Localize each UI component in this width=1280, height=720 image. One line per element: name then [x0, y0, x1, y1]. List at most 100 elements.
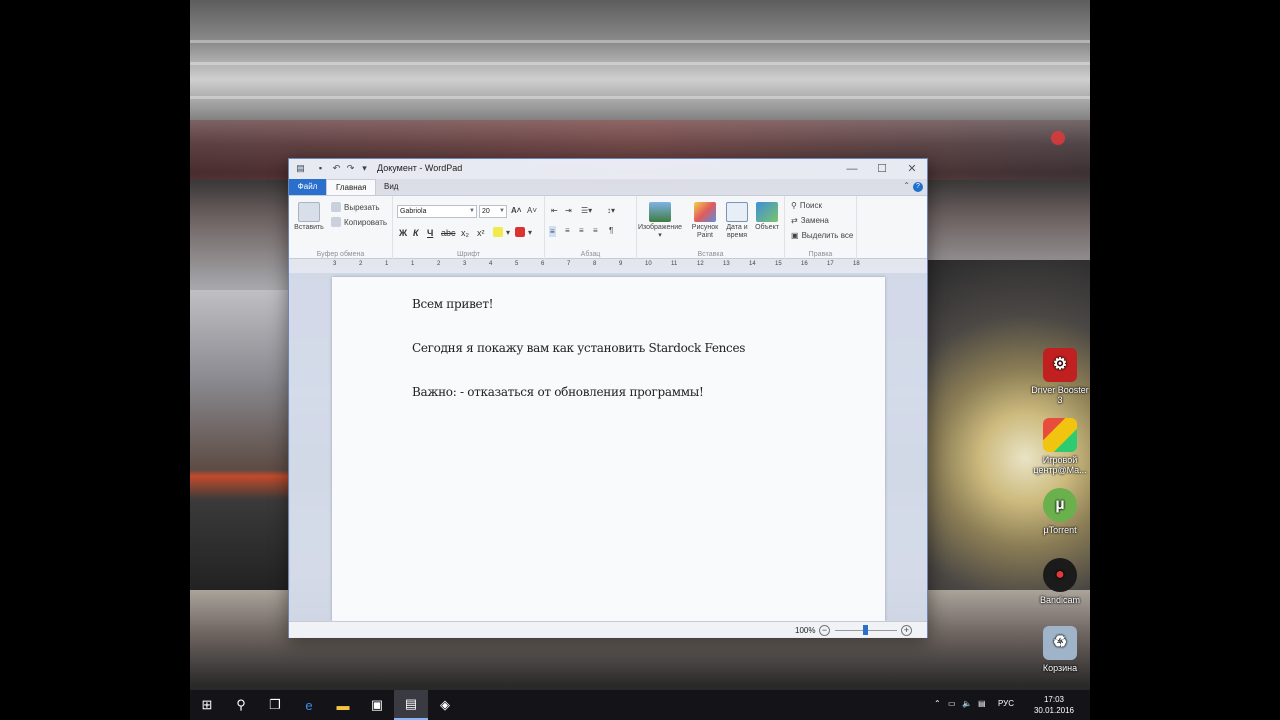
volume-icon[interactable]: 🔈: [962, 699, 972, 708]
taskbar-edge[interactable]: e: [292, 690, 326, 720]
game-center-icon: [1043, 418, 1077, 452]
strikethrough-button[interactable]: abc: [441, 228, 456, 238]
wordpad-window: ▤ ▪ ↶ ↷ ▾ Документ - WordPad — ☐ ✕ Файл …: [288, 158, 928, 638]
network-icon[interactable]: ▭: [948, 699, 956, 708]
underline-button[interactable]: Ч: [427, 228, 433, 238]
group-label: Шрифт: [456, 251, 481, 258]
ruler[interactable]: 3 2 1 1 2 3 4 5 6 7 8 9 10 11 12 13 14 15 16 17 18: [333, 261, 885, 271]
document-line: Сегодня я покажу вам как установить Star…: [412, 341, 746, 355]
bullets-icon[interactable]: ☰▾: [581, 206, 592, 215]
paragraph-settings-icon[interactable]: ¶: [609, 226, 613, 235]
line-spacing-icon[interactable]: ↕▾: [607, 206, 615, 215]
close-button[interactable]: ✕: [897, 159, 927, 179]
subscript-button[interactable]: x₂: [461, 228, 469, 238]
redo-icon[interactable]: ↷: [345, 163, 356, 174]
cut-label: Вырезать: [344, 202, 380, 212]
replace-button[interactable]: ⇄ Замена: [791, 216, 829, 225]
document-page[interactable]: Всем привет! Сегодня я покажу вам как ус…: [332, 277, 885, 621]
ruler-tick-label: 17: [827, 261, 834, 267]
grow-font-icon[interactable]: A˄: [511, 206, 521, 215]
increase-indent-icon[interactable]: ⇥: [565, 206, 572, 215]
bold-button[interactable]: Ж: [399, 228, 407, 238]
copy-icon: [331, 217, 341, 227]
quick-access-dropdown-icon[interactable]: ▾: [359, 163, 370, 174]
desktop-icon-label: Игровой центр@Ma...: [1033, 455, 1087, 475]
desktop-icon-game-center[interactable]: Игровой центр@Ma...: [1030, 418, 1090, 475]
language-indicator[interactable]: РУС: [998, 699, 1014, 708]
zoom-slider-thumb[interactable]: [863, 625, 868, 635]
clock[interactable]: 17:03 30.01.2016: [1034, 694, 1074, 716]
zoom-level[interactable]: 100%: [795, 626, 815, 635]
copy-button[interactable]: Копировать: [331, 217, 387, 227]
ruler-tick-label: 14: [749, 261, 756, 267]
collapse-ribbon-icon[interactable]: ⌃: [903, 181, 910, 190]
desktop-icon-utorrent[interactable]: µ µTorrent: [1030, 488, 1090, 535]
maximize-button[interactable]: ☐: [867, 159, 897, 179]
save-icon[interactable]: ▪: [315, 163, 326, 174]
desktop-icon-driver-booster[interactable]: ⚙ Driver Booster 3: [1030, 348, 1090, 405]
paint-drawing-button[interactable]: Рисунок Paint: [689, 202, 721, 240]
search-button[interactable]: ⚲: [224, 690, 258, 720]
notifications-icon[interactable]: ▤: [978, 699, 986, 708]
align-left-icon[interactable]: ≡: [549, 226, 556, 237]
tab-home[interactable]: Главная: [326, 179, 377, 195]
decrease-indent-icon[interactable]: ⇤: [551, 206, 558, 215]
document-area: Всем привет! Сегодня я покажу вам как ус…: [289, 273, 927, 621]
zoom-in-button[interactable]: +: [901, 625, 912, 636]
insert-image-button[interactable]: Изображение ▾: [637, 202, 683, 240]
folder-icon: ▬: [336, 697, 350, 713]
date-time-button[interactable]: Дата и время: [721, 202, 753, 240]
select-all-button[interactable]: ▣ Выделить все: [791, 231, 853, 240]
taskbar-app[interactable]: ◈: [428, 690, 462, 720]
group-clipboard: Вставить Вырезать Копировать Буфер обмен…: [289, 196, 393, 260]
insert-object-button[interactable]: Объект: [751, 202, 783, 232]
undo-icon[interactable]: ↶: [331, 163, 342, 174]
taskbar-wordpad[interactable]: ▤: [394, 690, 428, 720]
group-label: Буфер обмена: [316, 251, 365, 258]
shrink-font-icon[interactable]: A˅: [527, 206, 537, 215]
scissors-icon: [331, 202, 341, 212]
wallpaper-streak: [190, 40, 1090, 43]
tab-file[interactable]: Файл: [289, 179, 326, 195]
wallpaper-car: [190, 290, 290, 590]
insert-image-label: Изображение: [637, 224, 683, 231]
font-size-select[interactable]: 20 ▼: [479, 205, 507, 218]
show-hidden-icons-icon[interactable]: ⌃: [934, 699, 941, 708]
select-all-icon: ▣: [791, 231, 799, 240]
justify-icon[interactable]: ≡: [593, 226, 598, 235]
highlight-color-button[interactable]: ▾: [493, 227, 510, 237]
search-icon: ⚲: [236, 697, 246, 712]
tab-view[interactable]: Вид: [375, 179, 407, 195]
paste-icon: [298, 202, 320, 222]
paste-button[interactable]: Вставить: [293, 202, 325, 232]
align-center-icon[interactable]: ≡: [565, 226, 570, 235]
desktop-icon-bandicam[interactable]: ● Bandicam: [1030, 558, 1090, 605]
align-right-icon[interactable]: ≡: [579, 226, 584, 235]
group-font: Gabriola ▼ 20 ▼ A˄ A˅ Ж К Ч abc x₂ x² ▾ ▾ …: [393, 196, 545, 260]
superscript-button[interactable]: x²: [477, 228, 485, 238]
start-button[interactable]: ⊞: [190, 690, 224, 720]
cut-button[interactable]: Вырезать: [331, 202, 380, 212]
app-icon: ◈: [440, 697, 450, 712]
title-bar[interactable]: ▤ ▪ ↶ ↷ ▾ Документ - WordPad — ☐ ✕: [289, 159, 927, 179]
zoom-out-button[interactable]: −: [819, 625, 830, 636]
wordpad-app-icon[interactable]: ▤: [295, 163, 306, 174]
taskbar-store[interactable]: ▣: [360, 690, 394, 720]
help-icon[interactable]: ?: [913, 182, 923, 192]
ruler-tick-label: 2: [359, 261, 363, 267]
group-label: Абзац: [580, 251, 601, 258]
group-label: Правка: [808, 251, 833, 258]
find-button[interactable]: ⚲ Поиск: [791, 201, 822, 210]
recycle-bin-icon: ♻: [1043, 626, 1077, 660]
highlighter-icon: [493, 227, 503, 237]
italic-button[interactable]: К: [413, 228, 419, 238]
desktop-icon-recycle-bin[interactable]: ♻ Корзина: [1030, 626, 1090, 673]
edge-icon: e: [305, 697, 313, 713]
minimize-button[interactable]: —: [837, 159, 867, 179]
taskbar-explorer[interactable]: ▬: [326, 690, 360, 720]
ruler-tick-label: 8: [593, 261, 597, 267]
text-color-button[interactable]: ▾: [515, 227, 532, 237]
task-view-button[interactable]: ❐: [258, 690, 292, 720]
font-family-select[interactable]: Gabriola ▼: [397, 205, 477, 218]
ruler-tick-label: 11: [671, 261, 678, 267]
